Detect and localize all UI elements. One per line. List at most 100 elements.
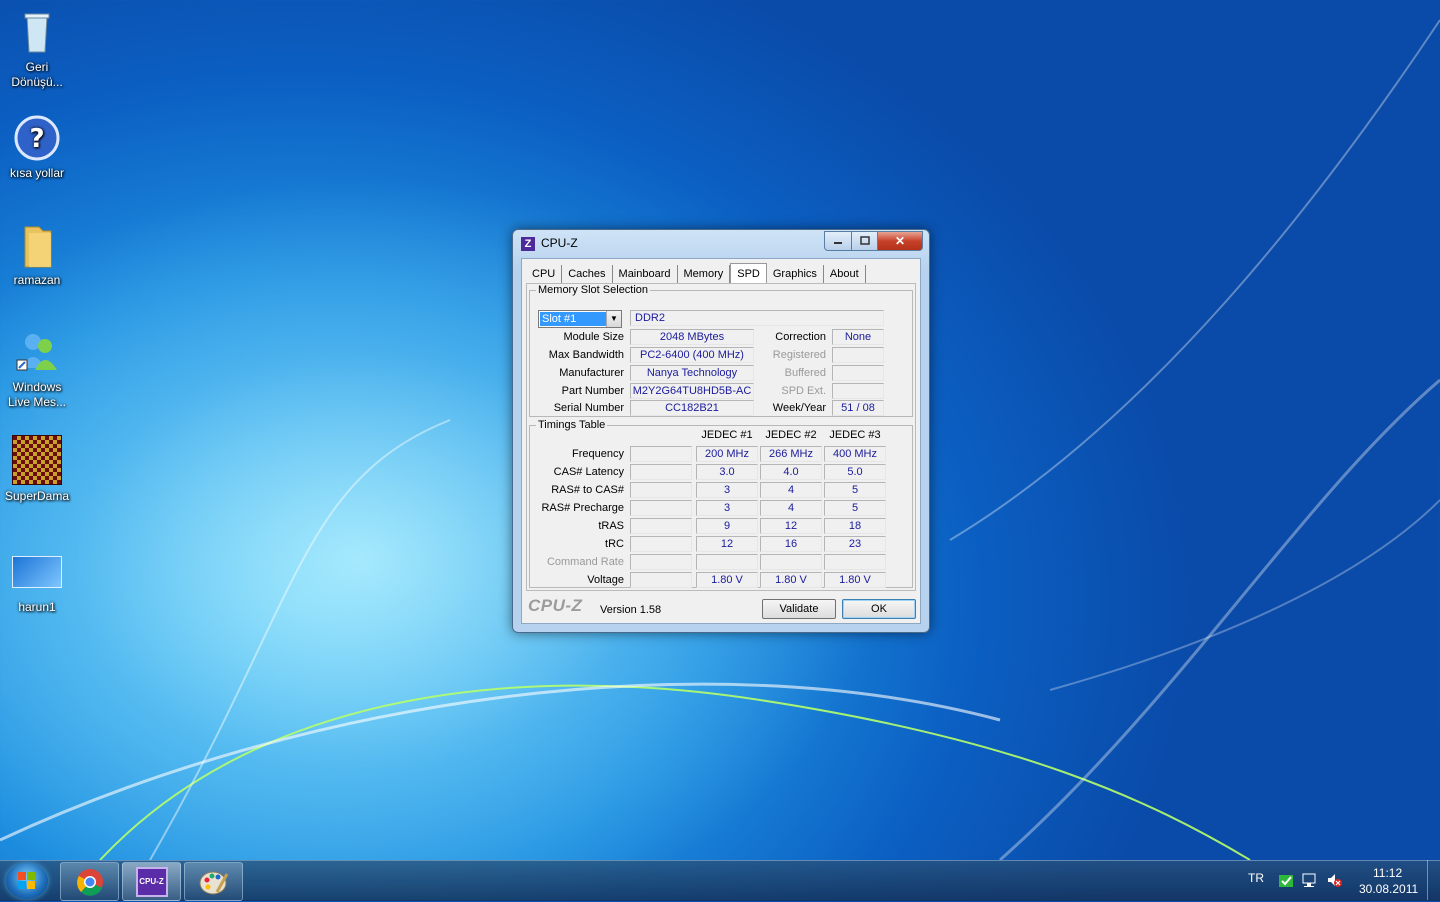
show-desktop-button[interactable] <box>1427 860 1440 900</box>
part-number-value: M2Y2G64TU8HD5B-AC <box>630 383 754 399</box>
maximize-button[interactable] <box>852 231 878 251</box>
serial-number-value: CC182B21 <box>630 400 754 416</box>
messenger-icon <box>13 328 61 376</box>
window-title: CPU-Z <box>541 236 578 250</box>
max-bandwidth-label: Max Bandwidth <box>548 349 624 361</box>
correction-value: None <box>832 329 884 345</box>
folder-icon <box>13 221 61 269</box>
timing-value-cell <box>824 554 886 570</box>
checkerboard-icon <box>12 435 62 485</box>
timings-group: Timings Table JEDEC #1 JEDEC #2 JEDEC #3 Fr… <box>529 419 913 588</box>
timing-empty-cell <box>630 536 692 552</box>
tab-cpu[interactable]: CPU <box>526 265 563 283</box>
tab-spd[interactable]: SPD <box>730 263 767 284</box>
timing-value-cell: 5 <box>824 500 886 516</box>
maximize-icon <box>859 236 870 245</box>
manufacturer-label: Manufacturer <box>559 367 624 379</box>
tab-strip: CPU Caches Mainboard Memory SPD Graphics… <box>526 263 866 284</box>
validate-button[interactable]: Validate <box>762 599 836 619</box>
part-number-label: Part Number <box>561 385 624 397</box>
group-title: Timings Table <box>536 419 608 431</box>
timing-value-cell: 1.80 V <box>824 572 886 588</box>
minimize-button[interactable] <box>824 231 852 251</box>
cpuz-app-icon: Z <box>521 237 535 251</box>
manufacturer-value: Nanya Technology <box>630 365 754 381</box>
group-title: Memory Slot Selection <box>536 284 651 296</box>
version-text: Version 1.58 <box>600 604 662 616</box>
week-year-label: Week/Year <box>772 402 826 414</box>
clock-time[interactable]: 11:12 <box>1373 866 1402 880</box>
registered-value <box>832 347 884 363</box>
sync-icon[interactable] <box>1278 872 1294 888</box>
desktop-icon-label: ramazan <box>13 273 61 287</box>
timings-column-header: JEDEC #1 <box>701 429 753 441</box>
tab-mainboard[interactable]: Mainboard <box>613 265 678 283</box>
timing-row-label: RAS# to CAS# <box>551 484 624 496</box>
spd-ext-value <box>832 383 884 399</box>
timing-empty-cell <box>630 446 692 462</box>
cpuz-icon: CPU-Z <box>135 866 168 897</box>
desktop-icon-folder[interactable]: ramazan <box>4 221 70 288</box>
ok-button[interactable]: OK <box>842 599 916 619</box>
desktop-icon-label: harun1 <box>18 600 56 614</box>
clock-date[interactable]: 30.08.2011 <box>1359 882 1418 896</box>
buffered-label: Buffered <box>784 367 826 379</box>
tab-graphics[interactable]: Graphics <box>767 265 824 283</box>
timing-value-cell: 12 <box>760 518 822 534</box>
network-icon[interactable] <box>1302 872 1318 888</box>
desktop-icon-label: kısa yollar <box>9 166 65 180</box>
dropdown-arrow-icon[interactable]: ▼ <box>606 311 621 327</box>
timing-empty-cell <box>630 554 692 570</box>
timing-row-label: RAS# Precharge <box>541 502 624 514</box>
taskbar: CPU-Z <box>0 860 1440 901</box>
timing-value-cell: 5.0 <box>824 464 886 480</box>
desktop-icon-harun1[interactable]: harun1 <box>4 556 70 615</box>
timing-value-cell: 9 <box>696 518 758 534</box>
slot-select[interactable]: Slot #1 ▼ <box>538 310 622 328</box>
timing-value-cell: 5 <box>824 482 886 498</box>
timing-value-cell: 4 <box>760 482 822 498</box>
max-bandwidth-value: PC2-6400 (400 MHz) <box>630 347 754 363</box>
timings-column-header: JEDEC #2 <box>765 429 817 441</box>
taskbar-cpuz-button[interactable]: CPU-Z <box>122 862 181 901</box>
timing-empty-cell <box>630 464 692 480</box>
svg-text:?: ? <box>29 124 44 154</box>
desktop-icon-label: Windows Live Mes... <box>7 380 67 409</box>
slot-selected-value: Slot #1 <box>540 312 606 326</box>
buffered-value <box>832 365 884 381</box>
serial-number-label: Serial Number <box>553 402 624 414</box>
timing-row-label: tRAS <box>598 520 624 532</box>
desktop-icon-superdama[interactable]: SuperDama <box>4 435 70 504</box>
language-indicator[interactable]: TR <box>1248 871 1264 885</box>
timing-value-cell: 4.0 <box>760 464 822 480</box>
paint-palette-icon <box>199 871 228 894</box>
taskbar-chrome-button[interactable] <box>60 862 119 901</box>
timing-value-cell: 3 <box>696 482 758 498</box>
timing-empty-cell <box>630 572 692 588</box>
timing-value-cell <box>760 554 822 570</box>
tab-caches[interactable]: Caches <box>562 265 613 283</box>
timing-value-cell <box>696 554 758 570</box>
taskbar-paint-button[interactable] <box>184 862 243 901</box>
desktop-icon-recycle-bin[interactable]: Geri Dönüşü... <box>4 8 70 90</box>
week-year-value: 51 / 08 <box>832 400 884 416</box>
timing-empty-cell <box>630 482 692 498</box>
minimize-icon <box>834 242 842 244</box>
chrome-icon <box>76 868 103 896</box>
desktop-icon-label: SuperDama <box>4 489 70 503</box>
timing-value-cell: 18 <box>824 518 886 534</box>
tab-about[interactable]: About <box>824 265 866 283</box>
tab-memory[interactable]: Memory <box>678 265 731 283</box>
timing-value-cell: 3 <box>696 500 758 516</box>
volume-muted-icon[interactable] <box>1326 872 1342 888</box>
timing-row-label: tRC <box>605 538 624 550</box>
window-thumbnail-icon <box>12 556 62 588</box>
timing-value-cell: 200 MHz <box>696 446 758 462</box>
start-button[interactable] <box>6 863 48 899</box>
timing-empty-cell <box>630 518 692 534</box>
desktop-icon-shortcuts[interactable]: ? kısa yollar <box>4 114 70 181</box>
close-button[interactable]: ✕ <box>878 231 923 251</box>
desktop-icon-messenger[interactable]: Windows Live Mes... <box>4 328 70 410</box>
timing-value-cell: 4 <box>760 500 822 516</box>
memory-slot-group: Memory Slot Selection Slot #1 ▼ DDR2 Mod… <box>529 284 913 417</box>
